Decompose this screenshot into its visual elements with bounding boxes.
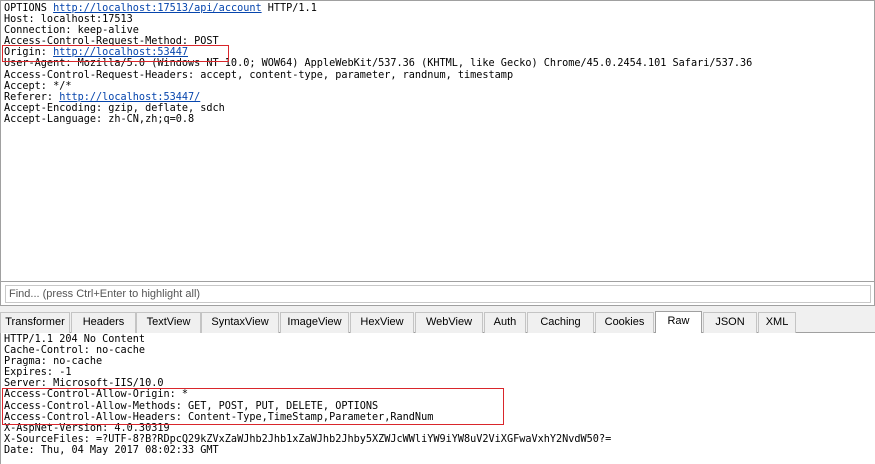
request-line: User-Agent: Mozilla/5.0 (Windows NT 10.0… xyxy=(4,58,752,69)
request-line: Accept: */* xyxy=(4,81,752,92)
tab-webview[interactable]: WebView xyxy=(415,312,483,333)
response-line: X-SourceFiles: =?UTF-8?B?RDpcQ29kZVxZaWJ… xyxy=(4,434,611,445)
tab-transformer[interactable]: Transformer xyxy=(0,312,70,333)
tab-auth[interactable]: Auth xyxy=(484,312,526,333)
response-line: Server: Microsoft-IIS/10.0 xyxy=(4,378,611,389)
tab-headers[interactable]: Headers xyxy=(71,312,136,333)
request-text-segment: Access-Control-Request-Headers: accept, … xyxy=(4,69,514,81)
tab-json[interactable]: JSON xyxy=(703,312,757,333)
request-text-segment: Host: localhost:17513 xyxy=(4,14,133,26)
request-line: OPTIONS http://localhost:17513/api/accou… xyxy=(4,3,752,14)
response-line: Pragma: no-cache xyxy=(4,356,611,367)
response-raw-text[interactable]: HTTP/1.1 204 No Content Cache-Control: no… xyxy=(4,334,611,456)
request-text-segment: OPTIONS xyxy=(4,3,54,14)
response-line: Cache-Control: no-cache xyxy=(4,345,611,356)
request-line: Accept-Language: zh-CN,zh;q=0.8 xyxy=(4,114,752,125)
request-text-segment: User-Agent: Mozilla/5.0 (Windows NT 10.0… xyxy=(4,58,753,70)
request-line: Origin: http://localhost:53447 xyxy=(4,47,752,58)
response-line: X-AspNet-Version: 4.0.30319 xyxy=(4,423,611,434)
tab-caching[interactable]: Caching xyxy=(527,312,594,333)
tab-textview[interactable]: TextView xyxy=(136,312,201,333)
request-text-segment: Referer: xyxy=(4,91,60,103)
request-url-link[interactable]: http://localhost:53447/ xyxy=(59,92,200,103)
response-text-segment: Server: Microsoft-IIS/10.0 xyxy=(4,378,164,390)
tab-syntaxview[interactable]: SyntaxView xyxy=(201,312,279,333)
response-text-segment: Access-Control-Allow-Methods: GET, POST,… xyxy=(4,400,379,412)
request-text-segment: Connection: keep-alive xyxy=(4,25,139,37)
response-line: Access-Control-Allow-Methods: GET, POST,… xyxy=(4,401,611,412)
tab-raw[interactable]: Raw xyxy=(655,311,702,334)
request-text-segment: Accept: */* xyxy=(4,80,72,92)
find-input[interactable]: Find... (press Ctrl+Enter to highlight a… xyxy=(5,285,871,303)
request-raw-pane[interactable]: OPTIONS http://localhost:17513/api/accou… xyxy=(0,0,875,281)
request-line: Access-Control-Request-Method: POST xyxy=(4,36,752,47)
response-line: Access-Control-Allow-Origin: * xyxy=(4,389,611,400)
response-line: HTTP/1.1 204 No Content xyxy=(4,334,611,345)
request-line: Accept-Encoding: gzip, deflate, sdch xyxy=(4,103,752,114)
request-text-segment: HTTP/1.1 xyxy=(261,3,317,14)
find-bar: Find... (press Ctrl+Enter to highlight a… xyxy=(0,281,875,306)
response-text-segment: HTTP/1.1 204 No Content xyxy=(4,334,146,345)
tab-imageview[interactable]: ImageView xyxy=(280,312,349,333)
response-text-segment: X-AspNet-Version: 4.0.30319 xyxy=(4,422,170,434)
request-text-segment: Origin: xyxy=(4,47,54,59)
request-url-link[interactable]: http://localhost:53447 xyxy=(53,47,188,58)
response-text-segment: Cache-Control: no-cache xyxy=(4,345,146,357)
request-line: Referer: http://localhost:53447/ xyxy=(4,92,752,103)
tab-hexview[interactable]: HexView xyxy=(350,312,414,333)
response-text-segment: Date: Thu, 04 May 2017 08:02:33 GMT xyxy=(4,444,219,456)
request-line: Access-Control-Request-Headers: accept, … xyxy=(4,70,752,81)
tab-cookies[interactable]: Cookies xyxy=(595,312,654,333)
tab-xml[interactable]: XML xyxy=(758,312,796,333)
response-text-segment: Access-Control-Allow-Headers: Content-Ty… xyxy=(4,411,434,423)
response-line: Date: Thu, 04 May 2017 08:02:33 GMT xyxy=(4,445,611,456)
response-text-segment: Access-Control-Allow-Origin: * xyxy=(4,389,189,401)
response-raw-pane[interactable]: HTTP/1.1 204 No Content Cache-Control: no… xyxy=(0,333,875,464)
response-line: Expires: -1 xyxy=(4,367,611,378)
request-text-segment: Access-Control-Request-Method: POST xyxy=(4,36,219,48)
response-tab-strip: Transformer Headers TextView SyntaxView Imag… xyxy=(0,310,875,334)
response-text-segment: Pragma: no-cache xyxy=(4,356,103,368)
response-text-segment: X-SourceFiles: =?UTF-8?B?RDpcQ29kZVxZaWJ… xyxy=(4,433,612,445)
response-line: Access-Control-Allow-Headers: Content-Ty… xyxy=(4,412,611,423)
request-line: Connection: keep-alive xyxy=(4,25,752,36)
request-text-segment: Accept-Encoding: gzip, deflate, sdch xyxy=(4,102,225,114)
request-raw-text[interactable]: OPTIONS http://localhost:17513/api/accou… xyxy=(4,3,752,125)
request-line: Host: localhost:17513 xyxy=(4,14,752,25)
request-text-segment: Accept-Language: zh-CN,zh;q=0.8 xyxy=(4,113,195,125)
request-url-link[interactable]: http://localhost:17513/api/account xyxy=(53,3,262,14)
response-text-segment: Expires: -1 xyxy=(4,367,72,379)
